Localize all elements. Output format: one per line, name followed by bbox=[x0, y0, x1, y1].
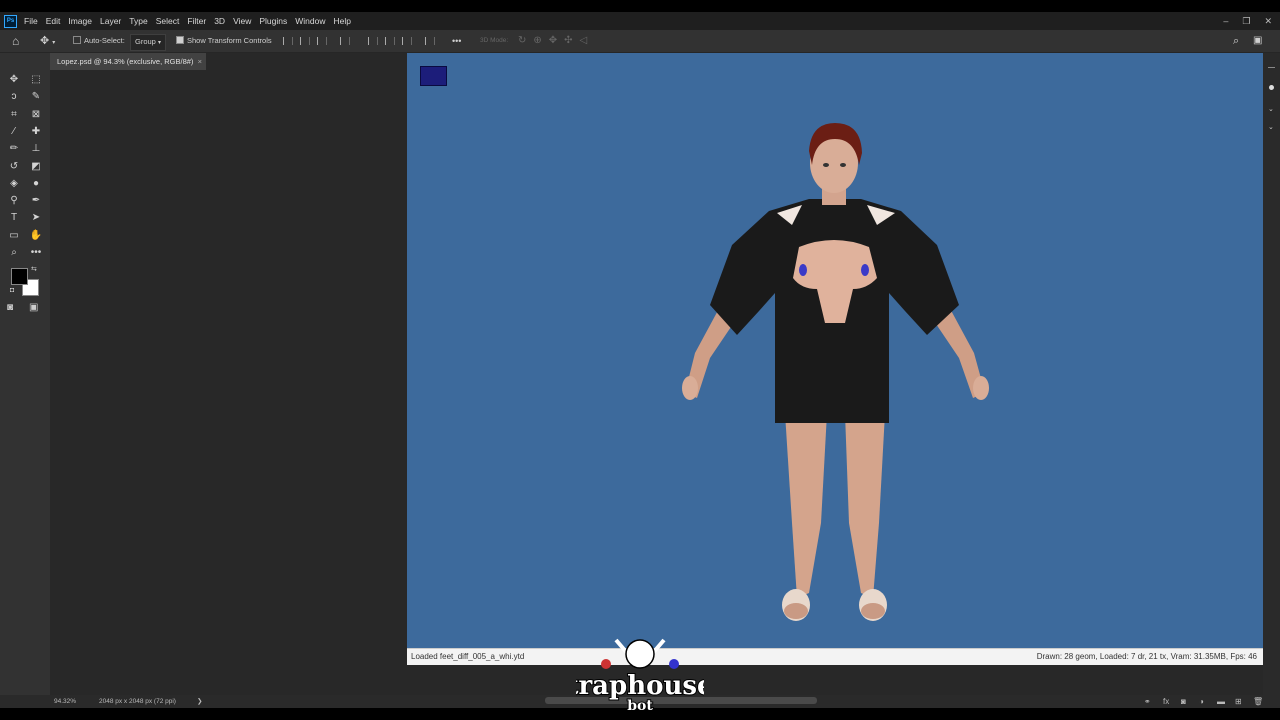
viewer-status-bar: Loaded feet_diff_005_a_whi.ytd Drawn: 28… bbox=[407, 648, 1263, 665]
panel-dot-icon[interactable] bbox=[1269, 85, 1274, 90]
align-middle-icon[interactable] bbox=[385, 37, 395, 45]
3d-viewport[interactable] bbox=[407, 53, 1263, 648]
watermark-logo: traphouse bot bbox=[576, 638, 704, 712]
menu-3d[interactable]: 3D bbox=[210, 12, 229, 30]
distribute-vertical-icon[interactable] bbox=[425, 37, 435, 45]
color-swatch-marker bbox=[420, 66, 447, 86]
healing-brush-tool-icon[interactable]: ✚ bbox=[27, 124, 45, 139]
auto-select-check-icon bbox=[73, 36, 81, 44]
delete-layer-icon[interactable]: 🗑 bbox=[1253, 695, 1263, 708]
crop-tool-icon[interactable]: ⌗ bbox=[5, 107, 23, 122]
rectangle-tool-icon[interactable]: ▭ bbox=[5, 228, 23, 243]
lasso-tool-icon[interactable]: ↄ bbox=[5, 89, 23, 104]
zoom-level[interactable]: 94.32% bbox=[54, 695, 76, 708]
search-icon[interactable]: ⌕ bbox=[1233, 30, 1239, 52]
menu-window[interactable]: Window bbox=[291, 12, 329, 30]
menu-bar: Ps File Edit Image Layer Type Select Filter 3D V… bbox=[0, 12, 1280, 30]
document-tab[interactable]: Lopez.psd @ 94.3% (exclusive, RGB/8#) × bbox=[50, 53, 206, 70]
fx-icon[interactable]: fx bbox=[1163, 695, 1169, 708]
align-right-icon[interactable] bbox=[317, 37, 327, 45]
move-tool-preset-icon[interactable]: ✥ ▾ bbox=[40, 30, 55, 54]
marquee-tool-icon[interactable]: ⬚ bbox=[27, 72, 45, 87]
add-mask-icon[interactable]: ◙ bbox=[1181, 695, 1186, 708]
paint-bucket-tool-icon[interactable]: ◈ bbox=[5, 176, 23, 191]
distribute-icon[interactable] bbox=[340, 37, 350, 45]
eraser-tool-icon[interactable]: ◩ bbox=[27, 159, 45, 174]
menu-edit[interactable]: Edit bbox=[42, 12, 65, 30]
default-colors-icon[interactable]: ◘ bbox=[10, 287, 14, 294]
loaded-file-text: Loaded feet_diff_005_a_whi.ytd bbox=[411, 652, 525, 661]
menu-help[interactable]: Help bbox=[329, 12, 354, 30]
menu-file[interactable]: File bbox=[20, 12, 42, 30]
status-menu-arrow-icon[interactable]: ❯ bbox=[197, 695, 202, 708]
more-options-button[interactable]: ••• bbox=[452, 30, 461, 52]
tools-panel: ✥ ⬚ ↄ ✎ ⌗ ⊠ ⁄ ✚ ✏ ⊥ ↺ ◩ ◈ ● ⚲ ✒ T ➤ ▭ ✋ ⌕ ••• ⇆ ◘ ◙ ▣ bbox=[0, 53, 50, 695]
3d-mode-icons: ↻⊕✥✣◁ bbox=[518, 35, 595, 46]
quick-select-tool-icon[interactable]: ✎ bbox=[27, 89, 45, 104]
link-layers-icon[interactable]: ⚭ bbox=[1144, 695, 1151, 708]
menu-select[interactable]: Select bbox=[152, 12, 184, 30]
close-tab-icon[interactable]: × bbox=[198, 53, 202, 70]
watermark-text-main: traphouse bbox=[576, 671, 704, 701]
render-stats-text: Drawn: 28 geom, Loaded: 7 dr, 21 tx, Vra… bbox=[1036, 652, 1257, 661]
watermark-text-sub: bot bbox=[627, 698, 653, 712]
menu-filter[interactable]: Filter bbox=[183, 12, 210, 30]
foreground-color-swatch[interactable] bbox=[11, 268, 28, 285]
hand-tool-icon[interactable]: ✋ bbox=[27, 228, 45, 243]
group-dropdown[interactable]: Group ▾ bbox=[130, 30, 166, 53]
character-model bbox=[682, 123, 989, 621]
adjustment-layer-icon[interactable]: ◑ bbox=[1199, 695, 1204, 708]
panel-chevron-icon-2[interactable]: ⌄ bbox=[1268, 123, 1274, 131]
collapsed-panels: ⌄ ⌄ bbox=[1263, 53, 1280, 695]
workspace-icon[interactable]: ▣ bbox=[1253, 30, 1262, 52]
panel-divider bbox=[1268, 67, 1275, 68]
show-transform-checkbox[interactable]: Show Transform Controls bbox=[176, 30, 272, 52]
minimize-button[interactable]: – bbox=[1223, 12, 1228, 30]
close-window-button[interactable]: ✕ bbox=[1264, 12, 1272, 30]
blur-tool-icon[interactable]: ● bbox=[27, 176, 45, 191]
new-layer-icon[interactable]: ⊞ bbox=[1235, 695, 1242, 708]
menu-layer[interactable]: Layer bbox=[96, 12, 125, 30]
path-select-tool-icon[interactable]: ➤ bbox=[27, 210, 45, 225]
align-bottom-icon[interactable] bbox=[402, 37, 412, 45]
3d-mode-label: 3D Mode: bbox=[480, 37, 509, 44]
align-top-icon[interactable] bbox=[368, 37, 378, 45]
show-transform-check-icon bbox=[176, 36, 184, 44]
home-icon[interactable]: ⌂ bbox=[12, 30, 19, 52]
brush-tool-icon[interactable]: ✏ bbox=[5, 141, 23, 156]
screen-mode-icon[interactable]: ▣ bbox=[29, 302, 38, 313]
restore-button[interactable]: ❐ bbox=[1242, 12, 1250, 30]
clone-stamp-tool-icon[interactable]: ⊥ bbox=[27, 141, 45, 156]
document-size: 2048 px x 2048 px (72 ppi) bbox=[99, 698, 176, 705]
zoom-tool-icon[interactable]: ⌕ bbox=[5, 245, 23, 260]
frame-tool-icon[interactable]: ⊠ bbox=[27, 107, 45, 122]
panel-chevron-icon[interactable]: ⌄ bbox=[1268, 105, 1274, 113]
move-tool-icon[interactable]: ✥ bbox=[5, 72, 23, 87]
menu-image[interactable]: Image bbox=[64, 12, 96, 30]
menu-plugins[interactable]: Plugins bbox=[255, 12, 291, 30]
align-left-icon[interactable] bbox=[283, 37, 293, 45]
auto-select-checkbox[interactable]: Auto-Select: bbox=[73, 30, 125, 52]
more-tools-icon[interactable]: ••• bbox=[27, 245, 45, 260]
type-tool-icon[interactable]: T bbox=[5, 210, 23, 225]
eyedropper-tool-icon[interactable]: ⁄ bbox=[5, 124, 23, 139]
history-brush-tool-icon[interactable]: ↺ bbox=[5, 159, 23, 174]
pen-tool-icon[interactable]: ✒ bbox=[27, 193, 45, 208]
photoshop-logo-icon: Ps bbox=[4, 15, 17, 28]
swap-colors-icon[interactable]: ⇆ bbox=[31, 265, 37, 273]
menu-type[interactable]: Type bbox=[125, 12, 151, 30]
new-group-icon[interactable]: ▬ bbox=[1217, 695, 1225, 708]
align-center-icon[interactable] bbox=[300, 37, 310, 45]
dodge-tool-icon[interactable]: ⚲ bbox=[5, 193, 23, 208]
options-bar: ⌂ ✥ ▾ Auto-Select: Group ▾ Show Transfor… bbox=[0, 30, 1280, 53]
quick-mask-icon[interactable]: ◙ bbox=[7, 302, 13, 313]
menu-view[interactable]: View bbox=[229, 12, 255, 30]
